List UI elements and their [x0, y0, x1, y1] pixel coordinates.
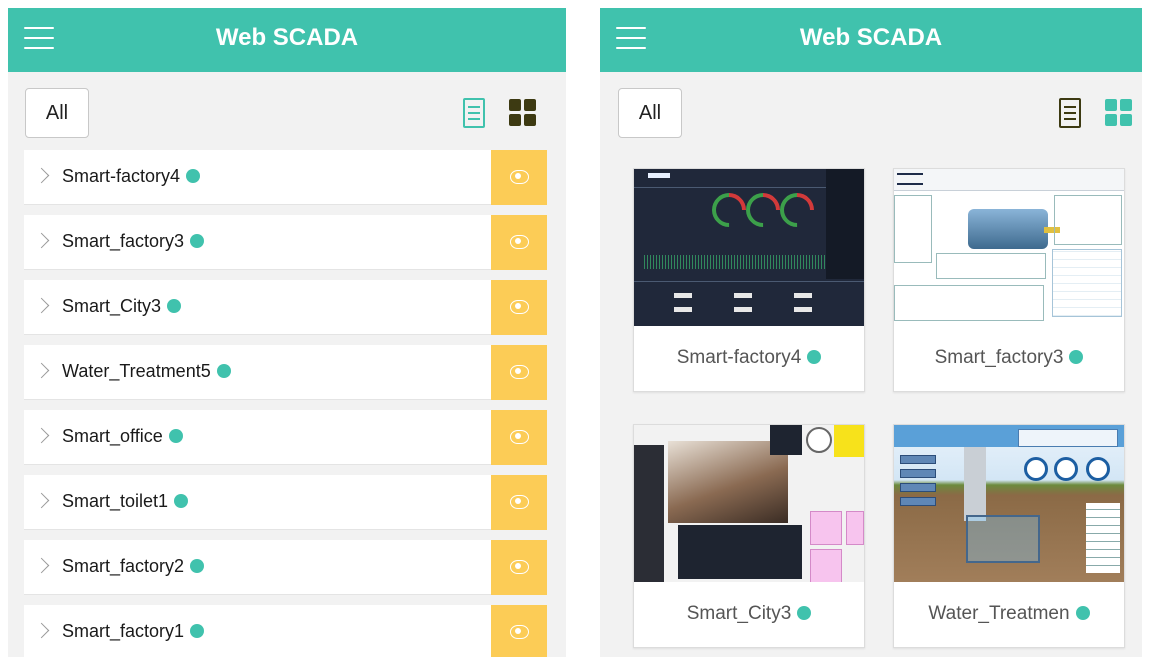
water-treatment-thumbnail	[894, 425, 1124, 582]
filter-all-button[interactable]: All	[618, 88, 682, 138]
view-button[interactable]	[491, 605, 547, 657]
list-item[interactable]: Water_Treatment5	[24, 345, 547, 400]
app-header: Web SCADA	[600, 8, 1142, 72]
status-dot	[797, 606, 812, 620]
eye-icon	[510, 430, 529, 444]
chevron-right-icon[interactable]	[34, 165, 54, 189]
filter-all-button[interactable]: All	[25, 88, 89, 138]
status-dot	[1069, 350, 1084, 364]
list-item[interactable]: Smart_toilet1	[24, 475, 547, 530]
status-dot	[190, 624, 205, 638]
view-button[interactable]	[491, 410, 547, 465]
eye-icon	[510, 170, 529, 184]
list-view-icon[interactable]	[1059, 98, 1081, 128]
chevron-right-icon[interactable]	[34, 555, 54, 579]
view-button[interactable]	[491, 280, 547, 335]
chevron-right-icon[interactable]	[34, 230, 54, 254]
project-name: Smart_factory1	[62, 621, 185, 641]
eye-icon	[510, 625, 529, 639]
status-dot	[167, 299, 182, 313]
list-item[interactable]: Smart_City3	[24, 280, 547, 335]
project-card[interactable]: Smart-factory4	[633, 168, 865, 392]
project-name: Smart_factory2	[62, 556, 185, 576]
project-list: Smart-factory4 Smart_factory3 Smart_City…	[24, 150, 547, 657]
list-item[interactable]: Smart_factory3	[24, 215, 547, 270]
list-item[interactable]: Smart_factory2	[24, 540, 547, 595]
app-header: Web SCADA	[8, 8, 566, 72]
project-name: Smart_factory3	[62, 231, 185, 251]
chevron-right-icon[interactable]	[34, 620, 54, 644]
chevron-right-icon[interactable]	[34, 425, 54, 449]
eye-icon	[510, 365, 529, 379]
status-dot	[190, 234, 205, 248]
card-project-name: Smart_factory3	[934, 347, 1064, 368]
view-button[interactable]	[491, 215, 547, 270]
view-button[interactable]	[491, 540, 547, 595]
eye-icon	[510, 495, 529, 509]
chevron-right-icon[interactable]	[34, 295, 54, 319]
chevron-right-icon[interactable]	[34, 490, 54, 514]
status-dot	[190, 559, 205, 573]
grid-view-icon[interactable]	[509, 99, 537, 127]
status-dot	[186, 169, 201, 183]
list-item[interactable]: Smart_factory1	[24, 605, 547, 657]
project-card[interactable]: Smart_factory3	[893, 168, 1125, 392]
view-button[interactable]	[491, 475, 547, 530]
card-project-name: Smart-factory4	[676, 347, 802, 368]
project-name: Smart_City3	[62, 296, 162, 316]
status-dot	[168, 429, 183, 443]
inverter-thumbnail	[894, 169, 1124, 326]
project-name: Smart-factory4	[62, 166, 181, 186]
project-name: Water_Treatment5	[62, 361, 211, 381]
status-dot	[216, 364, 231, 378]
project-card[interactable]: Water_Treatmen	[893, 424, 1125, 648]
project-name: Smart_office	[62, 426, 163, 446]
status-dot	[807, 350, 822, 364]
app-title: Web SCADA	[215, 24, 359, 51]
status-dot	[174, 494, 189, 508]
eye-icon	[510, 560, 529, 574]
chevron-right-icon[interactable]	[34, 360, 54, 384]
list-view-icon[interactable]	[463, 98, 485, 128]
view-button[interactable]	[491, 345, 547, 400]
project-name: Smart_toilet1	[62, 491, 169, 511]
grid-view-icon[interactable]	[1105, 99, 1133, 127]
dashboard-thumbnail	[634, 169, 864, 326]
app-title: Web SCADA	[799, 24, 943, 51]
list-view-panel: Web SCADA All Smart-factory4 Smart_facto…	[8, 8, 566, 657]
card-project-name: Water_Treatmen	[928, 603, 1070, 624]
grid-view-panel: Web SCADA All Smart-factory4 Smart_facto…	[600, 8, 1142, 657]
status-dot	[1075, 606, 1090, 620]
eye-icon	[510, 300, 529, 314]
project-card[interactable]: Smart_City3	[633, 424, 865, 648]
list-item[interactable]: Smart-factory4	[24, 150, 547, 205]
list-item[interactable]: Smart_office	[24, 410, 547, 465]
eye-icon	[510, 235, 529, 249]
card-project-name: Smart_City3	[686, 603, 792, 624]
view-button[interactable]	[491, 150, 547, 205]
smart-city-thumbnail	[634, 425, 864, 582]
